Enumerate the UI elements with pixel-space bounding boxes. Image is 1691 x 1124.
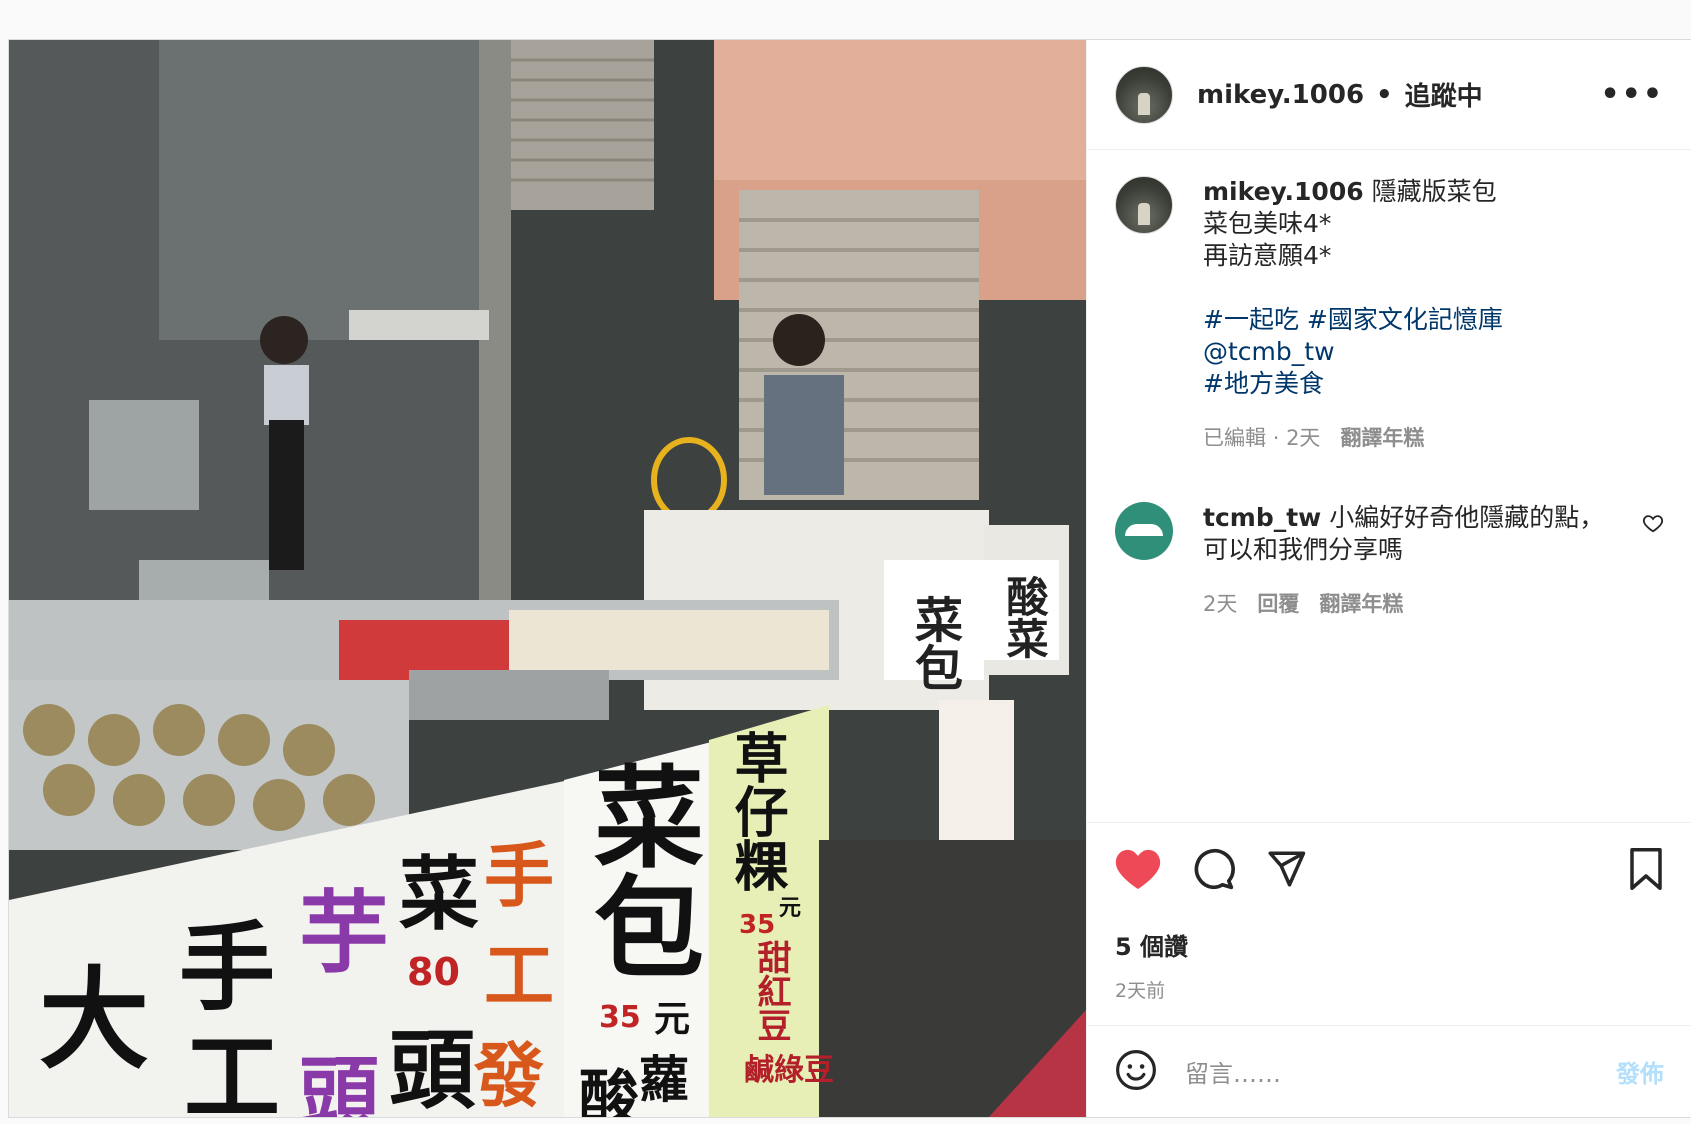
author-avatar[interactable] <box>1115 65 1173 124</box>
caption-line-2: 菜包美味4* <box>1203 209 1332 238</box>
like-heart-icon[interactable] <box>1115 848 1161 894</box>
hashtag-line-3[interactable]: #地方美食 <box>1203 368 1664 400</box>
sign-big: 菜包 <box>575 760 703 980</box>
hashtag-line-1[interactable]: #一起吃 #國家文化記憶庫 <box>1203 304 1664 336</box>
caption-age[interactable]: 2天 <box>1286 426 1320 450</box>
comment-bubble-icon[interactable] <box>1191 847 1235 895</box>
sign-red-1: 甜紅豆 <box>751 940 791 1042</box>
mention-tcmb[interactable]: @tcmb_tw <box>1203 336 1664 368</box>
add-comment-bar: 留言…… 發佈 <box>1087 1025 1691 1117</box>
sign-box-right: 酸菜 <box>1000 575 1049 659</box>
comment-age[interactable]: 2天 <box>1203 588 1237 620</box>
sign-box-left: 菜包 <box>906 595 962 691</box>
sign-green-price: 35 <box>739 910 776 940</box>
comment-translate-button[interactable]: 翻譯年糕 <box>1319 588 1403 620</box>
share-send-icon[interactable] <box>1265 848 1307 894</box>
sign-left-3: 工 <box>184 1022 280 1117</box>
caption-line-3: 再訪意願4* <box>1203 241 1332 270</box>
sign-left-1: 大 <box>39 956 149 1084</box>
sign-unit-a: 元 <box>654 999 691 1040</box>
post-comment-button[interactable]: 發佈 <box>1616 1054 1664 1089</box>
sign-green-unit: 元 <box>779 896 802 921</box>
meta-dot: · <box>1272 426 1280 450</box>
post-card: 菜包 酸菜 菜包 35 元 草仔粿 35 元 甜紅豆 鹹綠豆 大 手 工 芋 頭… <box>8 39 1691 1118</box>
save-bookmark-icon[interactable] <box>1628 848 1664 894</box>
edited-label: 已編輯 <box>1203 426 1266 450</box>
comment-input[interactable]: 留言…… <box>1185 1054 1616 1089</box>
caption-line-1: 隱藏版菜包 <box>1371 177 1497 206</box>
sign-price-a: 35 <box>599 1000 641 1035</box>
comments-section: mikey.1006 隱藏版菜包 菜包美味4* 再訪意願4* #一起吃 #國家文化… <box>1087 150 1691 822</box>
author-username[interactable]: mikey.1006 <box>1197 80 1364 110</box>
following-button[interactable]: 追蹤中 <box>1405 76 1483 113</box>
commenter-username[interactable]: tcmb_tw <box>1203 503 1321 532</box>
post-header: mikey.1006 • 追蹤中 ••• <box>1087 40 1691 150</box>
comment-like-icon[interactable] <box>1642 512 1664 540</box>
caption-username[interactable]: mikey.1006 <box>1203 177 1364 206</box>
caption: mikey.1006 隱藏版菜包 菜包美味4* 再訪意願4* #一起吃 #國家文化… <box>1115 176 1664 454</box>
emoji-icon[interactable] <box>1115 1049 1157 1095</box>
sign-orange-3: 發 <box>474 1035 544 1117</box>
reply-button[interactable]: 回覆 <box>1257 588 1299 620</box>
sign-price-b: 80 <box>407 950 460 994</box>
sign-bottom-2: 蘿 <box>639 1051 689 1109</box>
sign-purple-1: 芋 <box>299 881 389 986</box>
post-photo[interactable]: 菜包 酸菜 菜包 35 元 草仔粿 35 元 甜紅豆 鹹綠豆 大 手 工 芋 頭… <box>9 40 1086 1117</box>
caption-translate-button[interactable]: 翻譯年糕 <box>1340 422 1424 454</box>
sign-bottom-1: 酸 <box>579 1064 639 1117</box>
comment-item: tcmb_tw 小編好好奇他隱藏的點，可以和我們分享嗎 2天 回覆 翻譯年糕 <box>1115 502 1664 620</box>
sign-purple-2: 頭 <box>299 1048 379 1117</box>
sign-orange-1: 手 <box>484 835 554 917</box>
comment-meta: 2天 回覆 翻譯年糕 <box>1203 588 1626 620</box>
like-count[interactable]: 5 個讚 <box>1115 927 1664 962</box>
commenter-avatar[interactable] <box>1115 502 1173 560</box>
header-separator: • <box>1376 79 1393 110</box>
sign-orange-2: 工 <box>484 935 554 1017</box>
sign-red-2: 鹹綠豆 <box>744 1053 834 1088</box>
sign-black-1: 菜 <box>399 848 479 941</box>
sign-black-2: 頭 <box>389 1021 475 1117</box>
caption-avatar[interactable] <box>1115 176 1173 234</box>
actions-bar: 5 個讚 2天前 <box>1087 822 1691 1025</box>
post-time[interactable]: 2天前 <box>1115 976 1664 1003</box>
more-options-icon[interactable]: ••• <box>1600 77 1664 112</box>
post-sidebar: mikey.1006 • 追蹤中 ••• mikey.1006 隱藏版菜包 菜包美… <box>1086 40 1691 1117</box>
caption-meta: 已編輯 · 2天 翻譯年糕 <box>1203 422 1664 454</box>
sign-green: 草仔粿 <box>725 730 788 892</box>
